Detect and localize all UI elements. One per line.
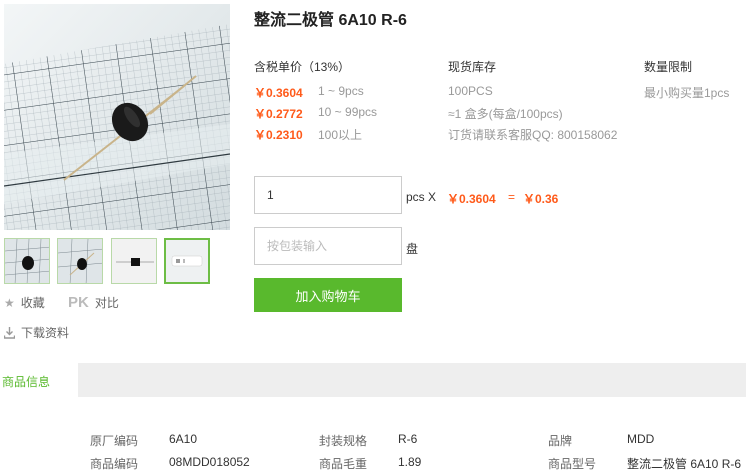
quantity-input[interactable] [254, 176, 402, 214]
spec-label: 品牌 [548, 434, 573, 448]
stock-contact: 订货请联系客服QQ: 800158062 [448, 128, 618, 142]
calc-total: ￥0.36 [523, 192, 559, 206]
tier-price: ￥0.3604 [254, 86, 303, 100]
thumbnail-4[interactable] [164, 238, 210, 284]
stock-box-info: ≈1 盒多(每盒/100pcs) [448, 107, 563, 121]
tab-product-info[interactable]: 商品信息 [0, 363, 78, 397]
spec-value: 08MDD018052 [169, 455, 250, 469]
thumbnail-2[interactable] [57, 238, 103, 284]
stock-quantity: 100PCS [448, 84, 493, 98]
star-icon: ★ [4, 295, 15, 310]
spec-value: R-6 [398, 432, 418, 446]
product-title: 整流二极管 6A10 R-6 [254, 12, 407, 29]
calc-equals: = [508, 190, 516, 204]
spec-value: 1.89 [398, 455, 422, 469]
compare-button[interactable]: PK 对比 [68, 294, 119, 311]
quantity-unit: pcs X [406, 190, 437, 204]
purchase-limit: 最小购买量1pcs [644, 86, 730, 100]
pack-unit: 盘 [406, 242, 419, 256]
product-actions: ★ 收藏 PK 对比 [4, 294, 234, 314]
thumbnail-3[interactable] [111, 238, 157, 284]
tier-range: 1 ~ 9pcs [318, 84, 364, 98]
detail-tab-bar: 商品信息 [0, 363, 746, 397]
pk-badge: PK [68, 294, 89, 311]
add-to-cart-button[interactable]: 加入购物车 [254, 278, 402, 312]
product-photo [4, 4, 230, 230]
spec-label: 商品毛重 [319, 457, 368, 470]
compare-label: 对比 [94, 296, 119, 310]
tier-price: ￥0.2310 [254, 128, 303, 142]
thumbnail-1[interactable] [4, 238, 50, 284]
spec-label: 商品型号 [548, 457, 597, 470]
tier-price: ￥0.2772 [254, 107, 303, 121]
download-docs-link[interactable]: 下载资料 [4, 324, 69, 341]
favorite-button[interactable]: ★ 收藏 [4, 294, 45, 311]
spec-label: 封装规格 [319, 434, 368, 448]
stock-header: 现货库存 [448, 60, 497, 74]
thumbnail-strip [4, 238, 234, 286]
spec-value: MDD [627, 432, 655, 446]
favorite-label: 收藏 [20, 296, 45, 310]
spec-label: 商品编码 [90, 457, 139, 470]
download-icon [4, 326, 15, 339]
tier-range: 100以上 [318, 128, 363, 142]
tier-range: 10 ~ 99pcs [318, 105, 378, 119]
download-label: 下载资料 [21, 326, 70, 340]
calc-unit-price: ￥0.3604 [447, 192, 496, 206]
price-header: 含税单价（13%） [254, 60, 351, 74]
spec-value: 整流二极管 6A10 R-6 [627, 457, 742, 470]
limit-header: 数量限制 [644, 60, 693, 74]
spec-value: 6A10 [169, 432, 198, 446]
spec-label: 原厂编码 [90, 434, 139, 448]
pack-input[interactable] [254, 227, 402, 265]
product-main-image[interactable] [4, 4, 230, 230]
